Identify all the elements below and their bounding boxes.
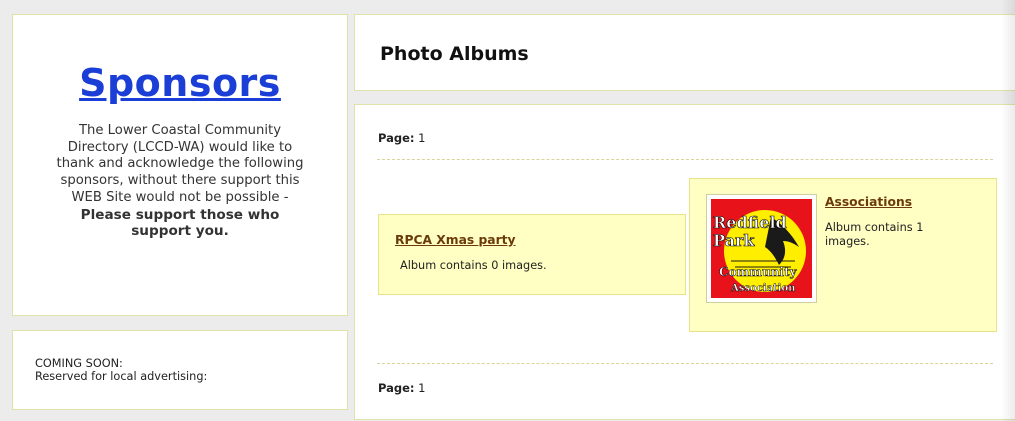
sponsors-line: WEB Site would not be possible - <box>71 189 289 205</box>
advertising-line: COMING SOON: <box>35 357 123 370</box>
album-card: RPCA Xmas party Album contains 0 images. <box>378 214 686 295</box>
svg-text:Park: Park <box>713 231 755 250</box>
svg-text:Community: Community <box>719 265 798 279</box>
sponsors-line: sponsors, without there support this <box>60 173 300 189</box>
pager-label: Page: <box>378 131 415 145</box>
page-title: Photo Albums <box>380 43 529 65</box>
pager-bottom: Page: 1 <box>378 381 426 395</box>
photo-albums-header: Photo Albums <box>354 14 1015 91</box>
association-logo-image: Redfield Park Community Association <box>711 199 812 298</box>
pager-top: Page: 1 <box>378 131 426 145</box>
photo-albums-panel: Page: 1 RPCA Xmas party Album contains 0… <box>354 104 1015 420</box>
sponsors-line: The Lower Coastal Community <box>78 123 282 138</box>
sponsors-appeal-line: Please support those who <box>80 206 280 223</box>
advertising-line: Reserved for local advertising: <box>35 370 208 383</box>
album-link[interactable]: Associations <box>825 195 912 209</box>
album-link[interactable]: RPCA Xmas party <box>395 233 516 247</box>
divider <box>377 159 993 160</box>
svg-text:Redfield: Redfield <box>713 213 787 232</box>
sponsors-line: thank and acknowledge the following <box>56 156 304 172</box>
sponsors-line: Directory (LCCD-WA) would like to <box>67 139 293 155</box>
svg-text:Association: Association <box>730 283 796 294</box>
pager-value: 1 <box>418 131 426 145</box>
album-count: Album contains 0 images. <box>400 259 547 272</box>
sponsors-description: The Lower Coastal Community Directory (L… <box>37 123 323 240</box>
pager-value: 1 <box>418 381 426 395</box>
advertising-text: COMING SOON: Reserved for local advertis… <box>35 357 207 383</box>
sponsors-panel: Sponsors The Lower Coastal Community Dir… <box>12 14 348 316</box>
album-count: Album contains 1 images. <box>825 221 924 248</box>
divider <box>377 363 993 364</box>
sponsors-link[interactable]: Sponsors <box>13 61 347 105</box>
album-thumbnail[interactable]: Redfield Park Community Association <box>706 194 817 303</box>
album-card: Redfield Park Community Association Asso… <box>689 178 997 332</box>
window-edge-shadow <box>1001 0 1015 421</box>
pager-label: Page: <box>378 381 415 395</box>
advertising-panel: COMING SOON: Reserved for local advertis… <box>12 330 348 410</box>
sponsors-appeal-line: support you. <box>131 223 229 240</box>
